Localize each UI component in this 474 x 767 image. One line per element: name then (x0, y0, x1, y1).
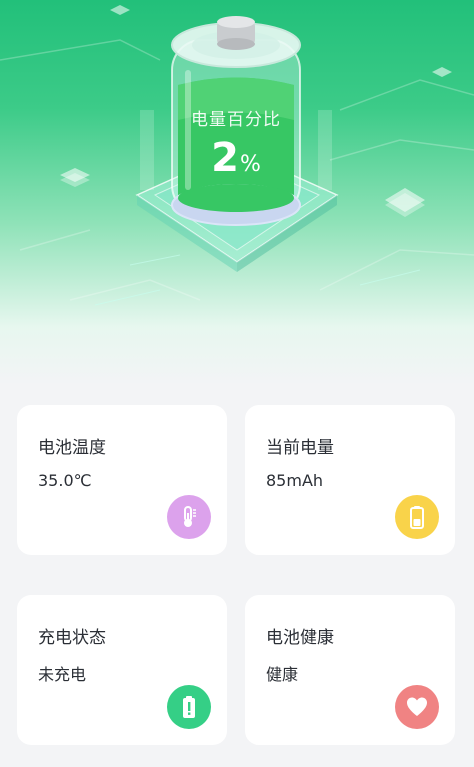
card-current-capacity[interactable]: 当前电量 85mAh (245, 405, 455, 555)
card-value: 85mAh (266, 471, 324, 490)
card-battery-temperature[interactable]: 电池温度 35.0℃ (17, 405, 227, 555)
card-charging-state[interactable]: 充电状态 未充电 (17, 595, 227, 745)
battery-hero: 电量百分比 2% (0, 0, 474, 385)
battery-percent-value: 2% (172, 136, 300, 187)
card-value: 未充电 (38, 665, 87, 684)
card-label: 电池温度 (38, 438, 106, 458)
battery-icon (395, 495, 439, 539)
thermometer-icon (167, 495, 211, 539)
battery-alert-icon (167, 685, 211, 729)
battery-info-page: 电量百分比 2% 电池温度 35.0℃ 当前电量 85mAh 充电状态 未充电 … (0, 0, 474, 767)
card-label: 电池健康 (266, 628, 334, 648)
battery-percent-number: 2 (211, 135, 239, 181)
card-value: 35.0℃ (38, 471, 92, 490)
heart-icon (395, 685, 439, 729)
hero-circuit-decoration (0, 5, 474, 306)
card-battery-health[interactable]: 电池健康 健康 (245, 595, 455, 745)
card-label: 充电状态 (38, 628, 106, 648)
card-value: 健康 (266, 665, 299, 684)
battery-percent-sign: % (239, 152, 261, 177)
battery-percent-title: 电量百分比 (191, 110, 281, 130)
card-label: 当前电量 (266, 438, 334, 458)
